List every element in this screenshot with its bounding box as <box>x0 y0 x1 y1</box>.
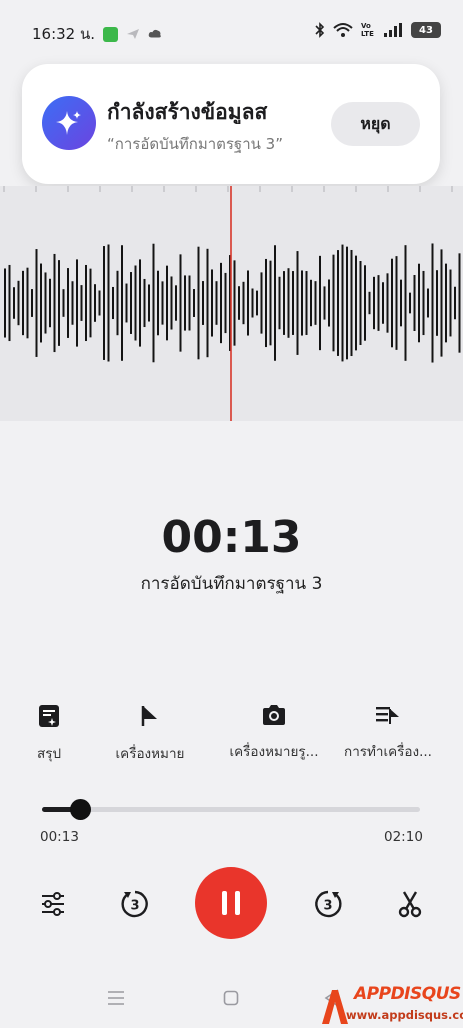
sliders-icon <box>42 892 64 916</box>
line-app-icon <box>103 26 119 42</box>
mark-list-button[interactable]: การทำเครื่อง... <box>342 704 434 762</box>
watermark-url: www.appdisqus.com <box>346 1008 463 1022</box>
current-time: 00:13 <box>40 829 79 845</box>
elapsed-timer: 00:13 <box>161 512 302 563</box>
summary-icon <box>39 705 59 727</box>
forward-3-icon: 3 <box>315 890 342 918</box>
status-left: 16:32 น. <box>32 22 162 46</box>
generating-notification[interactable]: กำลังสร้างข้อมูลส “การอัดบันทึกมาตรฐาน 3… <box>22 64 440 184</box>
sparkle-icon <box>42 96 96 150</box>
progress-thumb[interactable] <box>69 799 91 820</box>
status-right: Vo LTE 43 <box>315 22 441 38</box>
watermark-brand: APPDISQUS <box>354 984 461 1004</box>
notification-subtitle: “การอัดบันทึกมาตรฐาน 3” <box>107 135 283 153</box>
home-nav-button[interactable] <box>219 986 243 1010</box>
cloud-icon <box>148 29 161 38</box>
scissors-icon <box>398 891 422 918</box>
forward-seconds: 3 <box>323 899 332 914</box>
menu-nav-button[interactable] <box>104 988 128 1008</box>
pause-icon <box>222 891 240 915</box>
menu-icon <box>108 991 124 1005</box>
forward-button[interactable]: 3 <box>312 888 344 920</box>
status-time: 16:32 น. <box>32 25 96 43</box>
camera-icon <box>263 705 285 725</box>
toolbar-label-mark: เครื่องหมาย <box>115 746 185 762</box>
notification-title: กำลังสร้างข้อมูลส <box>107 100 268 124</box>
cut-button[interactable] <box>395 889 425 919</box>
toolbar-label-mark-list: การทำเครื่อง... <box>344 744 432 760</box>
send-icon <box>127 29 140 39</box>
flag-icon <box>141 706 157 726</box>
playback-progress[interactable] <box>42 799 420 820</box>
status-bar: 16:32 น. Vo LTE 43 <box>0 0 463 60</box>
recording-name: การอัดบันทึกมาตรฐาน 3 <box>140 574 323 594</box>
rewind-button[interactable]: 3 <box>119 888 151 920</box>
photo-mark-button[interactable]: เครื่องหมายรู... <box>228 704 320 762</box>
settings-button[interactable] <box>38 889 68 919</box>
rewind-3-icon: 3 <box>121 890 148 918</box>
pause-button[interactable] <box>195 867 267 939</box>
waveform-area[interactable] <box>0 186 463 421</box>
waveform <box>3 186 461 421</box>
wifi-icon <box>333 23 353 37</box>
battery-indicator: 43 <box>411 22 441 38</box>
mark-list-icon <box>376 707 399 724</box>
summary-button[interactable]: สรุป <box>34 704 64 764</box>
total-time: 02:10 <box>384 829 423 845</box>
home-icon <box>223 990 239 1006</box>
toolbar-label-summary: สรุป <box>36 746 62 762</box>
mark-button[interactable]: เครื่องหมาย <box>112 704 188 764</box>
bluetooth-icon <box>315 22 325 38</box>
rewind-seconds: 3 <box>130 899 139 914</box>
volte-label: Vo LTE <box>361 22 374 38</box>
toolbar-label-photo-mark: เครื่องหมายรู... <box>229 744 319 760</box>
signal-icon <box>384 23 402 37</box>
appdisqus-watermark: APPDISQUS www.appdisqus.com <box>318 984 463 1028</box>
stop-button[interactable]: หยุด <box>331 102 420 146</box>
